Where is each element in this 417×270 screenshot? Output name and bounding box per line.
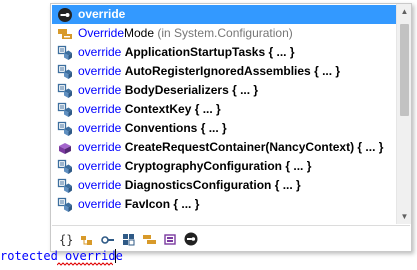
completion-item-name: ApplicationStartupTasks [124,45,266,59]
completion-item-name: override [78,7,126,21]
method-icon [57,197,73,213]
method-icon [57,159,73,175]
completion-item-suffix: { ... } [354,140,384,154]
method-icon [57,45,73,61]
method-icon [57,121,73,137]
scrollbar-thumb[interactable] [400,24,409,116]
completion-item-suffix: { ... } [271,178,301,192]
completion-item-suffix: { ... } [197,121,227,135]
completion-item-text: override DiagnosticsConfiguration { ... … [78,176,301,195]
completion-item[interactable]: override BodyDeserializers { ... } [52,81,397,100]
completion-scrollbar[interactable]: ▲ ▼ [396,4,411,224]
enum-filter-icon[interactable] [140,230,158,248]
completion-item-name: ContextKey [124,102,192,116]
keyword-filter-icon[interactable] [182,230,200,248]
completion-popup: override OverrideMode (in System.Configur… [50,3,412,252]
enum-value-icon [57,26,73,42]
completion-item[interactable]: override DiagnosticsConfiguration { ... … [52,176,397,195]
interface-filter-icon[interactable] [98,230,116,248]
completion-item-prefix: override [78,197,125,211]
completion-item-suffix: { ... } [228,83,259,97]
completion-item[interactable]: override AutoRegisterIgnoredAssemblies {… [52,62,397,81]
scroll-up-arrow-icon[interactable]: ▲ [397,4,412,19]
completion-item-text: override Conventions { ... } [78,119,227,138]
completion-item-name: CryptographyConfiguration [124,159,283,173]
protected-method-icon [57,140,73,156]
completion-item[interactable]: override ContextKey { ... } [52,100,397,119]
completion-item-match: Override [78,26,125,40]
completion-item-name: Mode [124,26,155,40]
completion-item-text: override CryptographyConfiguration { ...… [78,157,311,176]
completion-item-name: Conventions [124,121,198,135]
method-icon [57,64,73,80]
namespace-filter-icon[interactable]: {} [56,230,74,248]
completion-item-prefix: override [78,121,125,135]
completion-item-suffix: (in System.Configuration) [154,26,293,40]
completion-item-suffix: { ... } [310,64,341,78]
completion-item[interactable]: override CreateRequestContainer(NancyCon… [52,138,397,157]
completion-item-name: DiagnosticsConfiguration [124,178,272,192]
class-filter-icon[interactable] [77,230,95,248]
completion-item-text: override ApplicationStartupTasks { ... } [78,43,295,62]
svg-text:{}: {} [59,233,72,246]
completion-item-prefix: override [78,159,125,173]
completion-item[interactable]: override FavIcon { ... } [52,195,397,214]
completion-item-prefix: override [78,178,125,192]
keyword-icon [57,7,73,23]
completion-item-name: AutoRegisterIgnoredAssemblies [124,64,311,78]
error-squiggle [57,262,113,266]
completion-item-suffix: { ... } [265,45,295,59]
completion-item-suffix: { ... } [282,159,312,173]
completion-item-text: OverrideMode (in System.Configuration) [78,24,293,43]
method-icon [57,178,73,194]
completion-item-text: override ContextKey { ... } [78,100,221,119]
completion-item-prefix: override [78,102,125,116]
struct-filter-icon[interactable] [119,230,137,248]
text-caret [115,249,116,263]
completion-item-suffix: { ... } [191,102,221,116]
completion-item-name: BodyDeserializers [124,83,229,97]
module-filter-icon[interactable] [161,230,179,248]
method-icon [57,83,73,99]
completion-item[interactable]: override ApplicationStartupTasks { ... } [52,43,397,62]
completion-item[interactable]: override [52,5,397,24]
completion-list: override OverrideMode (in System.Configur… [52,5,397,224]
completion-item-text: override BodyDeserializers { ... } [78,81,258,100]
completion-item[interactable]: OverrideMode (in System.Configuration) [52,24,397,43]
completion-item-name: CreateRequestContainer(NancyContext) [124,140,355,154]
completion-item-text: override AutoRegisterIgnoredAssemblies {… [78,62,340,81]
completion-item-text: override [78,5,125,24]
method-icon [57,102,73,118]
completion-item-text: override CreateRequestContainer(NancyCon… [78,138,383,157]
completion-item-prefix: override [78,83,125,97]
completion-item[interactable]: override Conventions { ... } [52,119,397,138]
completion-item[interactable]: override CryptographyConfiguration { ...… [52,157,397,176]
completion-item-prefix: override [78,64,125,78]
completion-item-prefix: override [78,140,125,154]
completion-item-suffix: { ... } [170,197,200,211]
completion-item-name: FavIcon [124,197,171,211]
completion-item-text: override FavIcon { ... } [78,195,199,214]
scroll-down-arrow-icon[interactable]: ▼ [397,209,412,224]
completion-item-prefix: override [78,45,125,59]
